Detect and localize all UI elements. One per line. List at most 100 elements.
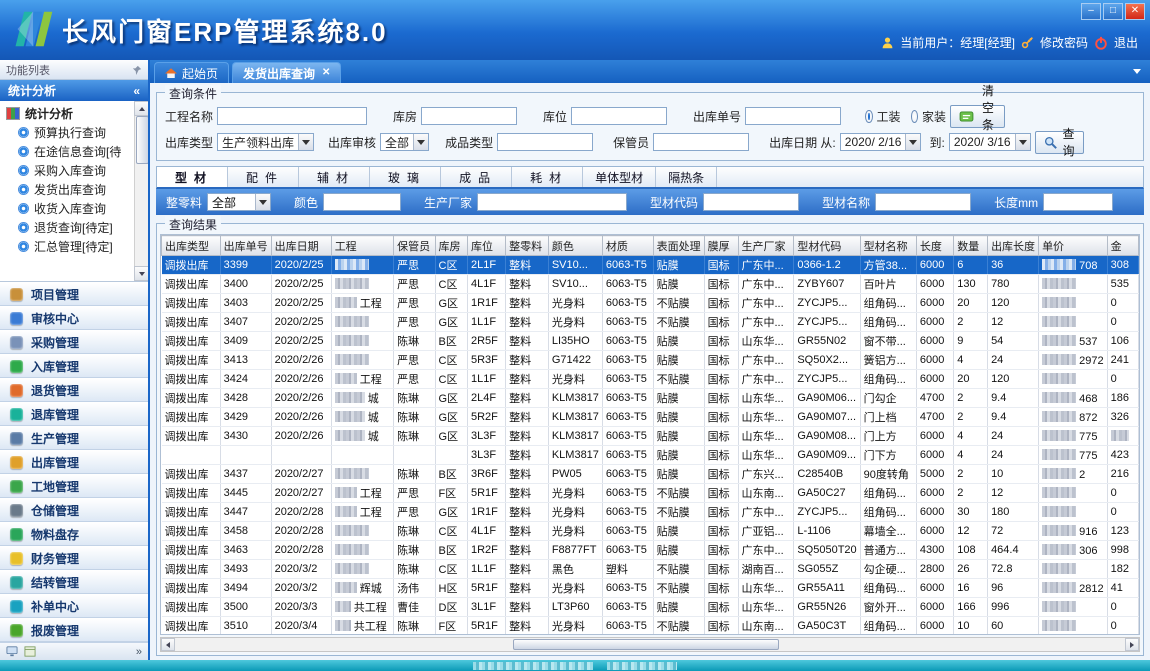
column-header[interactable]: 材质 bbox=[602, 236, 653, 256]
profile-code-input[interactable] bbox=[703, 193, 799, 211]
tree-item[interactable]: 汇总管理[待定] bbox=[5, 237, 134, 256]
sidebar-module[interactable]: 出库管理 bbox=[0, 450, 148, 474]
sidebar-module[interactable]: 入库管理 bbox=[0, 354, 148, 378]
table-row[interactable]: 调拨出库34072020/2/25严思G区1L1F整料光身料6063-T5不贴膜… bbox=[162, 313, 1139, 332]
table-row[interactable]: 调拨出库34472020/2/28 工程严思G区1R1F整料光身料6063-T5… bbox=[162, 503, 1139, 522]
table-hscrollbar[interactable] bbox=[160, 637, 1140, 652]
sidebar-module[interactable]: 补单中心 bbox=[0, 594, 148, 618]
product-type-input[interactable] bbox=[497, 133, 593, 151]
out-type-select[interactable]: 生产领料出库 bbox=[217, 133, 314, 151]
table-row[interactable]: 调拨出库34302020/2/26 城陈琳G区3L3F整料KLM38176063… bbox=[162, 427, 1139, 446]
warehouse-input[interactable] bbox=[421, 107, 517, 125]
sidebar-module[interactable]: 退货管理 bbox=[0, 378, 148, 402]
sidebar-module[interactable]: 审核中心 bbox=[0, 306, 148, 330]
table-row[interactable]: 调拨出库34582020/2/28陈琳C区4L1F整料光身料6063-T5贴膜国… bbox=[162, 522, 1139, 541]
column-header[interactable]: 库位 bbox=[467, 236, 505, 256]
column-header[interactable]: 颜色 bbox=[548, 236, 602, 256]
manufacturer-input[interactable] bbox=[477, 193, 627, 211]
column-header[interactable]: 生产厂家 bbox=[738, 236, 794, 256]
material-tab[interactable]: 成品 bbox=[441, 167, 512, 187]
material-tab[interactable]: 辅材 bbox=[299, 167, 370, 187]
tab-home[interactable]: 起始页 bbox=[154, 62, 229, 83]
material-tab[interactable]: 配件 bbox=[228, 167, 299, 187]
table-row[interactable]: 调拨出库33992020/2/25严思C区2L1F整料SV10...6063-T… bbox=[162, 256, 1139, 275]
scroll-down-icon[interactable] bbox=[134, 266, 148, 281]
table-row[interactable]: 调拨出库34632020/2/28陈琳B区1R2F整料F8877FT6063-T… bbox=[162, 541, 1139, 560]
table-row[interactable]: 调拨出库35102020/3/4 共工程陈琳F区5R1F整料光身料6063-T5… bbox=[162, 617, 1139, 636]
panel-icon[interactable] bbox=[24, 646, 36, 657]
column-header[interactable]: 型材代码 bbox=[794, 236, 860, 256]
color-input[interactable] bbox=[323, 193, 401, 211]
tree-item[interactable]: 统计分析 bbox=[5, 104, 134, 123]
scroll-left-icon[interactable] bbox=[161, 638, 175, 651]
change-password-link[interactable]: 修改密码 bbox=[1040, 34, 1088, 51]
column-header[interactable]: 工程 bbox=[331, 236, 393, 256]
material-tab[interactable]: 耗材 bbox=[512, 167, 583, 187]
tree-item[interactable]: 收货入库查询 bbox=[5, 199, 134, 218]
sidebar-module[interactable]: 报废管理 bbox=[0, 618, 148, 642]
material-tab[interactable]: 隔热条 bbox=[656, 167, 717, 187]
tree-item[interactable]: 发货出库查询 bbox=[5, 180, 134, 199]
scroll-up-icon[interactable] bbox=[134, 101, 148, 116]
keeper-input[interactable] bbox=[653, 133, 749, 151]
date-from-picker[interactable]: 2020/ 2/16 bbox=[840, 133, 922, 151]
column-header[interactable]: 金 bbox=[1107, 236, 1138, 256]
tree-item[interactable]: 采购入库查询 bbox=[5, 161, 134, 180]
radio-jiazhuang[interactable] bbox=[911, 110, 918, 123]
table-row[interactable]: 调拨出库34092020/2/25陈琳B区2R5F整料LI35HO6063-T5… bbox=[162, 332, 1139, 351]
close-button[interactable]: ✕ bbox=[1125, 3, 1145, 20]
column-header[interactable]: 长度 bbox=[916, 236, 953, 256]
table-row[interactable]: 调拨出库35002020/3/3 共工程曹佳D区3L1F整料LT3P606063… bbox=[162, 598, 1139, 617]
more-chevrons-icon[interactable]: » bbox=[136, 646, 142, 658]
radio-gongzhuang[interactable] bbox=[865, 110, 872, 123]
tab-list-dropdown-icon[interactable] bbox=[1133, 69, 1141, 74]
order-no-input[interactable] bbox=[745, 107, 841, 125]
clear-conditions-button[interactable]: 清空条件 bbox=[950, 105, 1005, 128]
collapse-icon[interactable]: « bbox=[133, 84, 140, 98]
column-header[interactable]: 整零料 bbox=[506, 236, 549, 256]
column-header[interactable]: 型材名称 bbox=[860, 236, 916, 256]
column-header[interactable]: 出库日期 bbox=[271, 236, 331, 256]
material-tab[interactable]: 单体型材 bbox=[583, 167, 656, 187]
table-row[interactable]: 调拨出库34002020/2/25严思C区4L1F整料SV10...6063-T… bbox=[162, 275, 1139, 294]
project-name-input[interactable] bbox=[217, 107, 367, 125]
column-header[interactable]: 单价 bbox=[1039, 236, 1108, 256]
table-row[interactable]: 调拨出库34282020/2/26 城陈琳G区2L4F整料KLM38176063… bbox=[162, 389, 1139, 408]
sidebar-module[interactable]: 物料盘存 bbox=[0, 522, 148, 546]
whole-piece-select[interactable]: 全部 bbox=[207, 193, 271, 211]
tree-item[interactable]: 预算执行查询 bbox=[5, 123, 134, 142]
sidebar-module[interactable]: 结转管理 bbox=[0, 570, 148, 594]
tree-scrollbar[interactable] bbox=[134, 101, 148, 281]
column-header[interactable]: 出库单号 bbox=[220, 236, 271, 256]
table-row[interactable]: 调拨出库34372020/2/27陈琳B区3R6F整料PW056063-T5贴膜… bbox=[162, 465, 1139, 484]
date-to-picker[interactable]: 2020/ 3/16 bbox=[949, 133, 1031, 151]
vscrollbar-thumb[interactable] bbox=[136, 116, 148, 164]
sidebar-module[interactable]: 退库管理 bbox=[0, 402, 148, 426]
tab-close-icon[interactable]: ✕ bbox=[322, 68, 330, 78]
tree-item[interactable]: 退货查询[待定] bbox=[5, 218, 134, 237]
table-row[interactable]: 调拨出库34942020/3/2 辉城汤伟H区5R1F整料光身料6063-T5不… bbox=[162, 579, 1139, 598]
profile-name-input[interactable] bbox=[875, 193, 971, 211]
column-header[interactable]: 保管员 bbox=[394, 236, 435, 256]
table-row[interactable]: 调拨出库34032020/2/25 工程严思G区1R1F整料光身料6063-T5… bbox=[162, 294, 1139, 313]
sidebar-module[interactable]: 生产管理 bbox=[0, 426, 148, 450]
table-row[interactable]: 调拨出库34932020/3/2陈琳C区1L1F整料黑色塑料不贴膜国标湖南百..… bbox=[162, 560, 1139, 579]
sidebar-module[interactable]: 仓储管理 bbox=[0, 498, 148, 522]
material-tab[interactable]: 型材 bbox=[157, 167, 228, 187]
audit-select[interactable]: 全部 bbox=[380, 133, 429, 151]
table-row[interactable]: 调拨出库34452020/2/27 工程严思F区5R1F整料光身料6063-T5… bbox=[162, 484, 1139, 503]
column-header[interactable]: 出库长度 bbox=[988, 236, 1039, 256]
sidebar-module[interactable]: 工地管理 bbox=[0, 474, 148, 498]
maximize-button[interactable]: □ bbox=[1103, 3, 1123, 20]
tree-item[interactable]: 在途信息查询[待 bbox=[5, 142, 134, 161]
column-header[interactable]: 膜厚 bbox=[704, 236, 738, 256]
column-header[interactable]: 库房 bbox=[435, 236, 467, 256]
sidebar-module[interactable]: 财务管理 bbox=[0, 546, 148, 570]
sidebar-module[interactable]: 项目管理 bbox=[0, 282, 148, 306]
table-row[interactable]: 调拨出库34132020/2/26严思C区5R3F整料G714226063-T5… bbox=[162, 351, 1139, 370]
hscrollbar-thumb[interactable] bbox=[513, 639, 779, 650]
location-input[interactable] bbox=[571, 107, 667, 125]
sidebar-section-statistics[interactable]: 统计分析 « bbox=[0, 80, 148, 101]
scroll-right-icon[interactable] bbox=[1125, 638, 1139, 651]
material-tab[interactable]: 玻璃 bbox=[370, 167, 441, 187]
